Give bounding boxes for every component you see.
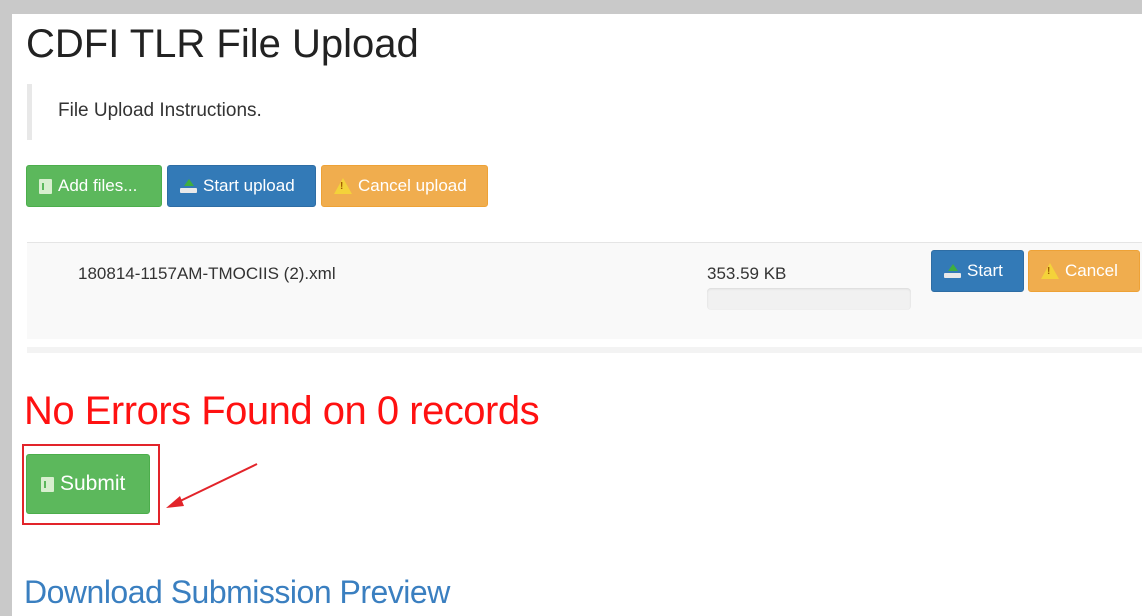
page-frame: CDFI TLR File Upload File Upload Instruc… xyxy=(0,0,1142,616)
add-files-button[interactable]: Add files... xyxy=(26,165,162,207)
annotation-arrow xyxy=(166,463,258,508)
warning-icon: ! xyxy=(334,178,352,194)
page-title: CDFI TLR File Upload xyxy=(26,22,419,66)
add-files-label: Add files... xyxy=(58,176,138,195)
upload-instructions: File Upload Instructions. xyxy=(27,84,1127,140)
file-add-icon xyxy=(41,476,54,492)
cancel-upload-button[interactable]: ! Cancel upload xyxy=(321,165,488,207)
file-add-icon xyxy=(39,178,52,194)
upload-icon xyxy=(944,264,961,278)
file-size: 353.59 KB xyxy=(707,264,787,283)
file-name: 180814-1157AM-TMOCIIS (2).xml xyxy=(78,264,336,283)
submit-button[interactable]: Submit xyxy=(26,454,150,514)
file-cancel-label: Cancel xyxy=(1065,261,1118,280)
file-start-label: Start xyxy=(967,261,1003,280)
upload-icon xyxy=(180,179,197,193)
validation-status: No Errors Found on 0 records xyxy=(24,389,540,433)
start-upload-label: Start upload xyxy=(203,176,295,195)
warning-icon: ! xyxy=(1041,263,1059,279)
cancel-upload-label: Cancel upload xyxy=(358,176,467,195)
download-preview-link[interactable]: Download Submission Preview xyxy=(24,574,450,611)
start-upload-button[interactable]: Start upload xyxy=(167,165,316,207)
file-cancel-button[interactable]: ! Cancel xyxy=(1028,250,1140,292)
instructions-text: File Upload Instructions. xyxy=(58,100,262,121)
submit-label: Submit xyxy=(60,472,126,495)
row-divider xyxy=(27,347,1142,353)
upload-progress-bar xyxy=(707,288,911,310)
file-start-button[interactable]: Start xyxy=(931,250,1024,292)
